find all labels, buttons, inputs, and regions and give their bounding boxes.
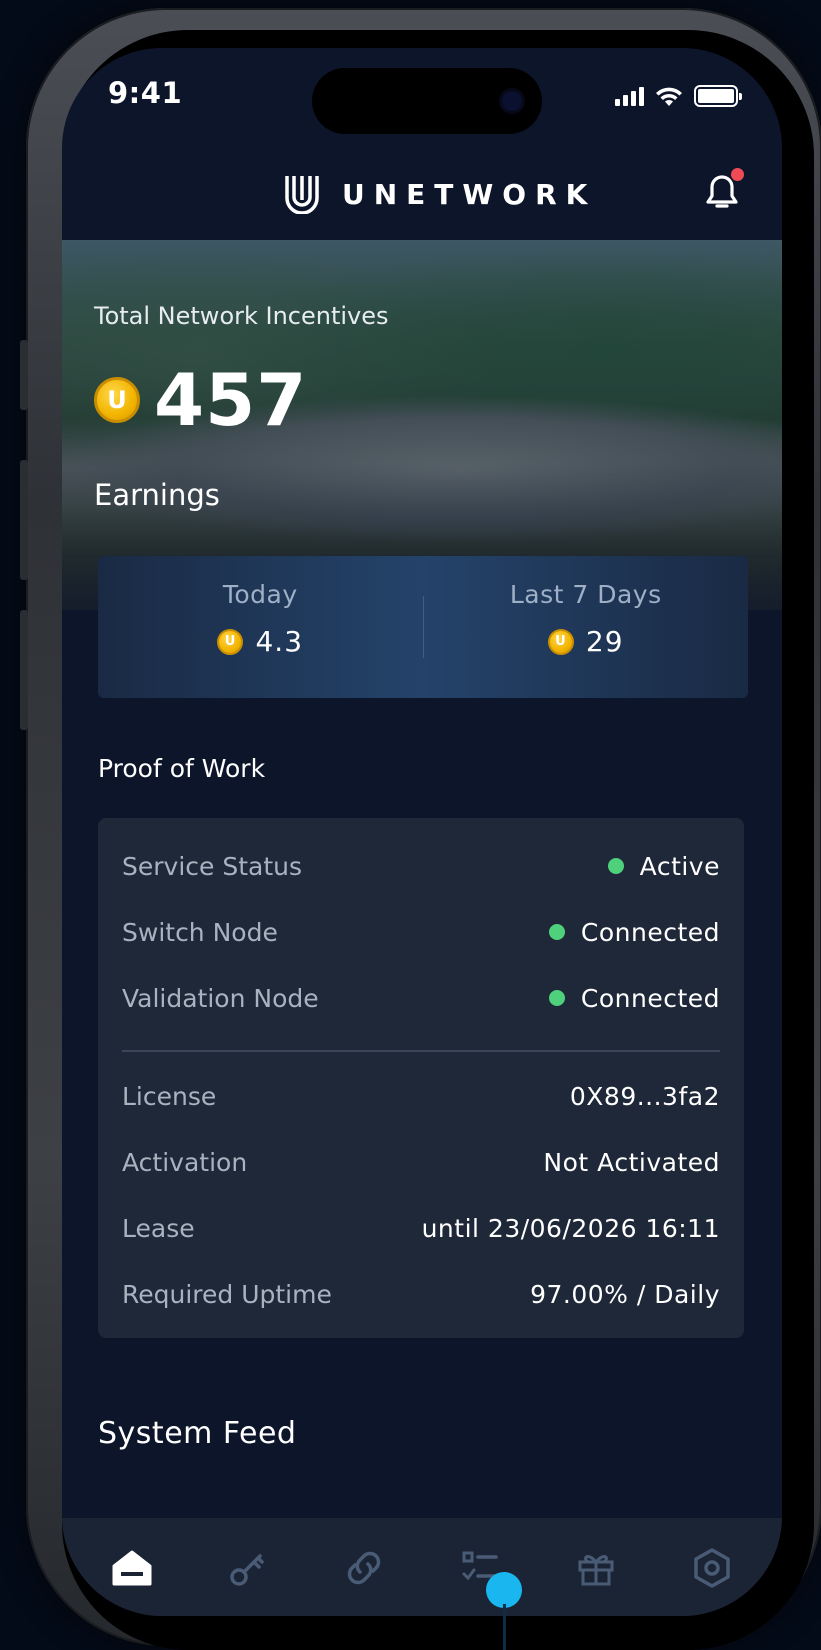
earnings-today-value: 4.3 bbox=[255, 625, 304, 658]
volume-down-button bbox=[20, 610, 28, 730]
key-icon bbox=[230, 1554, 264, 1586]
row-label: Switch Node bbox=[122, 917, 278, 947]
required-uptime-row: Required Uptime 97.00% / Daily bbox=[122, 1274, 720, 1314]
gift-icon bbox=[578, 1555, 614, 1586]
status-dot-icon bbox=[548, 924, 565, 940]
volume-up-button bbox=[20, 460, 28, 580]
home-icon bbox=[112, 1550, 152, 1586]
status-dot-icon bbox=[548, 990, 565, 1006]
app-screen: 9:41 UNETWORK Total Network Incentives U… bbox=[62, 48, 782, 1616]
system-feed-title: System Feed bbox=[98, 1416, 297, 1451]
total-incentives-number: 457 bbox=[154, 358, 308, 442]
earnings-week-value: 29 bbox=[585, 625, 624, 658]
row-label: Required Uptime bbox=[122, 1279, 332, 1309]
notification-badge bbox=[731, 168, 744, 181]
row-value: Connected bbox=[580, 917, 720, 947]
status-bar: 9:41 bbox=[62, 48, 782, 144]
service-status-row: Service Status Active bbox=[122, 846, 720, 886]
row-value: 0X89...3fa2 bbox=[569, 1081, 720, 1111]
earnings-today-label: Today bbox=[222, 580, 298, 609]
row-value: until 23/06/2026 16:11 bbox=[421, 1213, 720, 1243]
switch-node-row: Switch Node Connected bbox=[122, 912, 720, 952]
touch-indicator-line bbox=[503, 1604, 506, 1650]
total-incentives-label: Total Network Incentives bbox=[94, 302, 389, 330]
proof-of-work-card: Service Status Active Switch Node Connec… bbox=[98, 818, 744, 1338]
row-label: Lease bbox=[122, 1213, 195, 1243]
proof-of-work-title: Proof of Work bbox=[98, 754, 266, 783]
tab-links[interactable] bbox=[334, 1538, 394, 1598]
battery-icon bbox=[694, 85, 742, 107]
earnings-today: Today U 4.3 bbox=[98, 556, 423, 698]
unetwork-logo-icon bbox=[285, 176, 319, 214]
brand-name: UNETWORK bbox=[342, 177, 597, 211]
notifications-button[interactable] bbox=[700, 168, 744, 214]
status-time: 9:41 bbox=[108, 76, 183, 110]
touch-indicator bbox=[486, 1572, 522, 1608]
row-value: 97.00% / Daily bbox=[530, 1279, 720, 1309]
coin-icon: U bbox=[547, 628, 574, 655]
wifi-icon bbox=[656, 87, 682, 106]
earnings-card: Today U 4.3 Last 7 Days U 29 bbox=[98, 556, 748, 698]
tab-rewards[interactable] bbox=[566, 1538, 626, 1598]
status-icons bbox=[615, 84, 742, 108]
activation-row: Activation Not Activated bbox=[122, 1142, 720, 1182]
lease-row: Lease until 23/06/2026 16:11 bbox=[122, 1208, 720, 1248]
row-value: Not Activated bbox=[543, 1147, 720, 1177]
settings-icon bbox=[694, 1548, 730, 1588]
row-label: Activation bbox=[122, 1147, 248, 1177]
license-row: License 0X89...3fa2 bbox=[122, 1076, 720, 1116]
row-label: License bbox=[122, 1081, 217, 1111]
bottom-tab-bar bbox=[62, 1518, 782, 1616]
hero-banner: Total Network Incentives U 457 Earnings bbox=[62, 240, 782, 610]
tab-home[interactable] bbox=[102, 1538, 162, 1598]
cellular-signal-icon bbox=[615, 86, 644, 106]
row-label: Validation Node bbox=[122, 983, 319, 1013]
row-value: Connected bbox=[580, 983, 720, 1013]
earnings-week: Last 7 Days U 29 bbox=[424, 556, 749, 698]
divider bbox=[122, 1050, 720, 1052]
brand-logo: UNETWORK bbox=[284, 174, 596, 214]
coin-icon: U bbox=[217, 628, 244, 655]
link-icon bbox=[347, 1551, 381, 1585]
validation-node-row: Validation Node Connected bbox=[122, 978, 720, 1018]
app-header: UNETWORK bbox=[62, 144, 782, 240]
tab-keys[interactable] bbox=[218, 1538, 278, 1598]
row-value: Active bbox=[639, 851, 720, 881]
coin-icon: U bbox=[94, 377, 140, 423]
mute-switch bbox=[20, 340, 28, 410]
tab-settings[interactable] bbox=[682, 1538, 742, 1598]
status-dot-icon bbox=[607, 858, 624, 874]
earnings-week-label: Last 7 Days bbox=[509, 580, 662, 609]
total-incentives-value: U 457 bbox=[94, 358, 307, 442]
row-label: Service Status bbox=[122, 851, 303, 881]
earnings-title: Earnings bbox=[94, 478, 220, 512]
dynamic-island bbox=[312, 68, 542, 134]
camera-icon bbox=[502, 91, 522, 111]
